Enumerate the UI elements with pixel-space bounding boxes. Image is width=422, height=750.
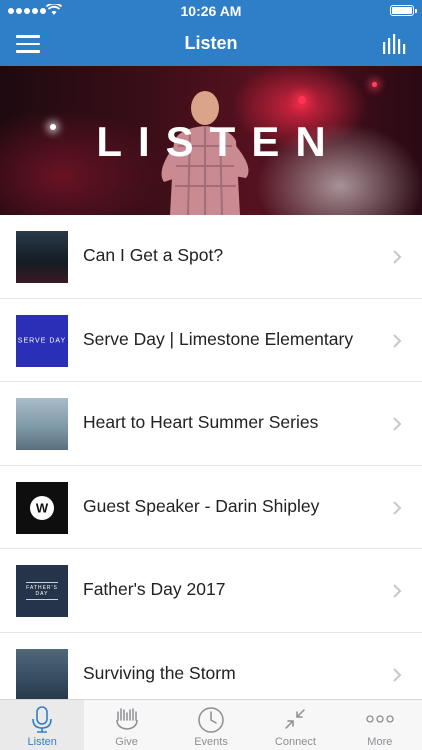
tab-label: More (367, 736, 393, 748)
stage-light (372, 82, 377, 87)
chevron-right-icon (393, 584, 402, 598)
hero-banner: LISTEN (0, 66, 422, 215)
tab-more[interactable]: More (338, 700, 422, 750)
tab-bar: Listen Give Events Connect More (0, 699, 422, 750)
tab-listen[interactable]: Listen (0, 700, 85, 750)
thumbnail-caption: SERVE DAY (17, 337, 67, 344)
stage-light (298, 96, 306, 104)
top-bar: 10:26 AM Listen (0, 0, 422, 66)
thumbnail-caption: W (35, 500, 49, 515)
thumbnail-caption: FATHER'S DAY (26, 582, 58, 600)
list-item[interactable]: SERVE DAY Serve Day | Limestone Elementa… (0, 299, 422, 382)
status-bar: 10:26 AM (0, 0, 422, 22)
chevron-right-icon (393, 250, 402, 264)
chevron-right-icon (393, 333, 402, 348)
navigation-bar: Listen (0, 22, 422, 66)
list-item-label: Heart to Heart Summer Series (83, 412, 319, 432)
tab-label: Listen (27, 736, 57, 748)
tab-connect[interactable]: Connect (253, 700, 337, 750)
hands-icon (115, 708, 138, 730)
chevron-right-icon (393, 500, 402, 515)
list-item-label: Guest Speaker - Darin Shipley (83, 495, 320, 516)
status-time: 10:26 AM (180, 3, 242, 19)
series-thumbnail: SERVE DAY (16, 314, 68, 367)
list-item-label: Can I Get a Spot? (83, 245, 224, 265)
list-item-label: Surviving the Storm (83, 662, 236, 683)
microphone-icon (32, 706, 53, 733)
tab-label: Give (115, 736, 138, 748)
tab-label: Connect (274, 736, 316, 748)
page-title: Listen (184, 33, 238, 53)
list-item[interactable]: FATHER'S DAY Father's Day 2017 (0, 549, 422, 633)
series-thumbnail (16, 231, 68, 283)
series-thumbnail (16, 648, 68, 701)
list-item-label: Serve Day | Limestone Elementary (83, 328, 354, 349)
list-item[interactable]: Heart to Heart Summer Series (0, 382, 422, 466)
clock-icon (198, 707, 224, 733)
hero-title: LISTEN (96, 118, 342, 165)
series-thumbnail: FATHER'S DAY (16, 565, 68, 617)
chevron-right-icon (393, 667, 402, 682)
tab-give[interactable]: Give (84, 700, 168, 750)
more-dots-icon (366, 715, 394, 723)
series-list: Can I Get a Spot? SERVE DAY Serve Day | … (0, 215, 422, 716)
list-item[interactable]: W Guest Speaker - Darin Shipley (0, 466, 422, 549)
chevron-right-icon (393, 417, 402, 431)
list-item[interactable]: Can I Get a Spot? (0, 215, 422, 299)
tab-events[interactable]: Events (169, 700, 253, 750)
series-thumbnail (16, 398, 68, 450)
tab-label: Events (194, 736, 228, 748)
audio-bars-icon[interactable] (382, 34, 408, 54)
list-item-label: Father's Day 2017 (83, 579, 226, 599)
battery-icon (390, 5, 417, 16)
series-thumbnail: W (16, 481, 68, 534)
arrows-in-icon (285, 709, 306, 729)
